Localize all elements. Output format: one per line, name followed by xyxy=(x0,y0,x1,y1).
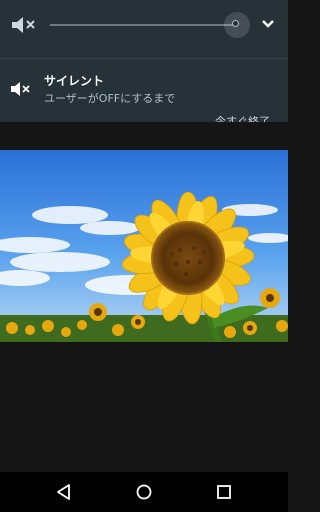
volume-mute-icon xyxy=(11,82,30,96)
sunflower-photo xyxy=(0,150,288,342)
back-triangle-icon[interactable] xyxy=(52,480,76,504)
volume-mute-icon[interactable] xyxy=(10,14,36,36)
volume-slider-thumb[interactable] xyxy=(232,20,239,27)
silent-mode-title: サイレント xyxy=(44,74,105,88)
volume-panel: サイレント ユーザーがOFFにするまで 今すぐ終了 xyxy=(0,0,288,122)
silent-mode-row[interactable]: サイレント ユーザーがOFFにするまで xyxy=(0,62,288,122)
home-circle-icon[interactable] xyxy=(132,480,156,504)
chevron-down-icon[interactable] xyxy=(256,12,280,36)
navigation-bar xyxy=(0,472,288,512)
silent-mode-subtitle: ユーザーがOFFにするまで xyxy=(44,92,176,105)
volume-slider[interactable] xyxy=(50,24,238,26)
panel-divider xyxy=(0,58,288,59)
silent-end-now-link[interactable]: 今すぐ終了 xyxy=(215,116,270,122)
recents-square-icon[interactable] xyxy=(212,480,236,504)
volume-row xyxy=(0,0,288,52)
